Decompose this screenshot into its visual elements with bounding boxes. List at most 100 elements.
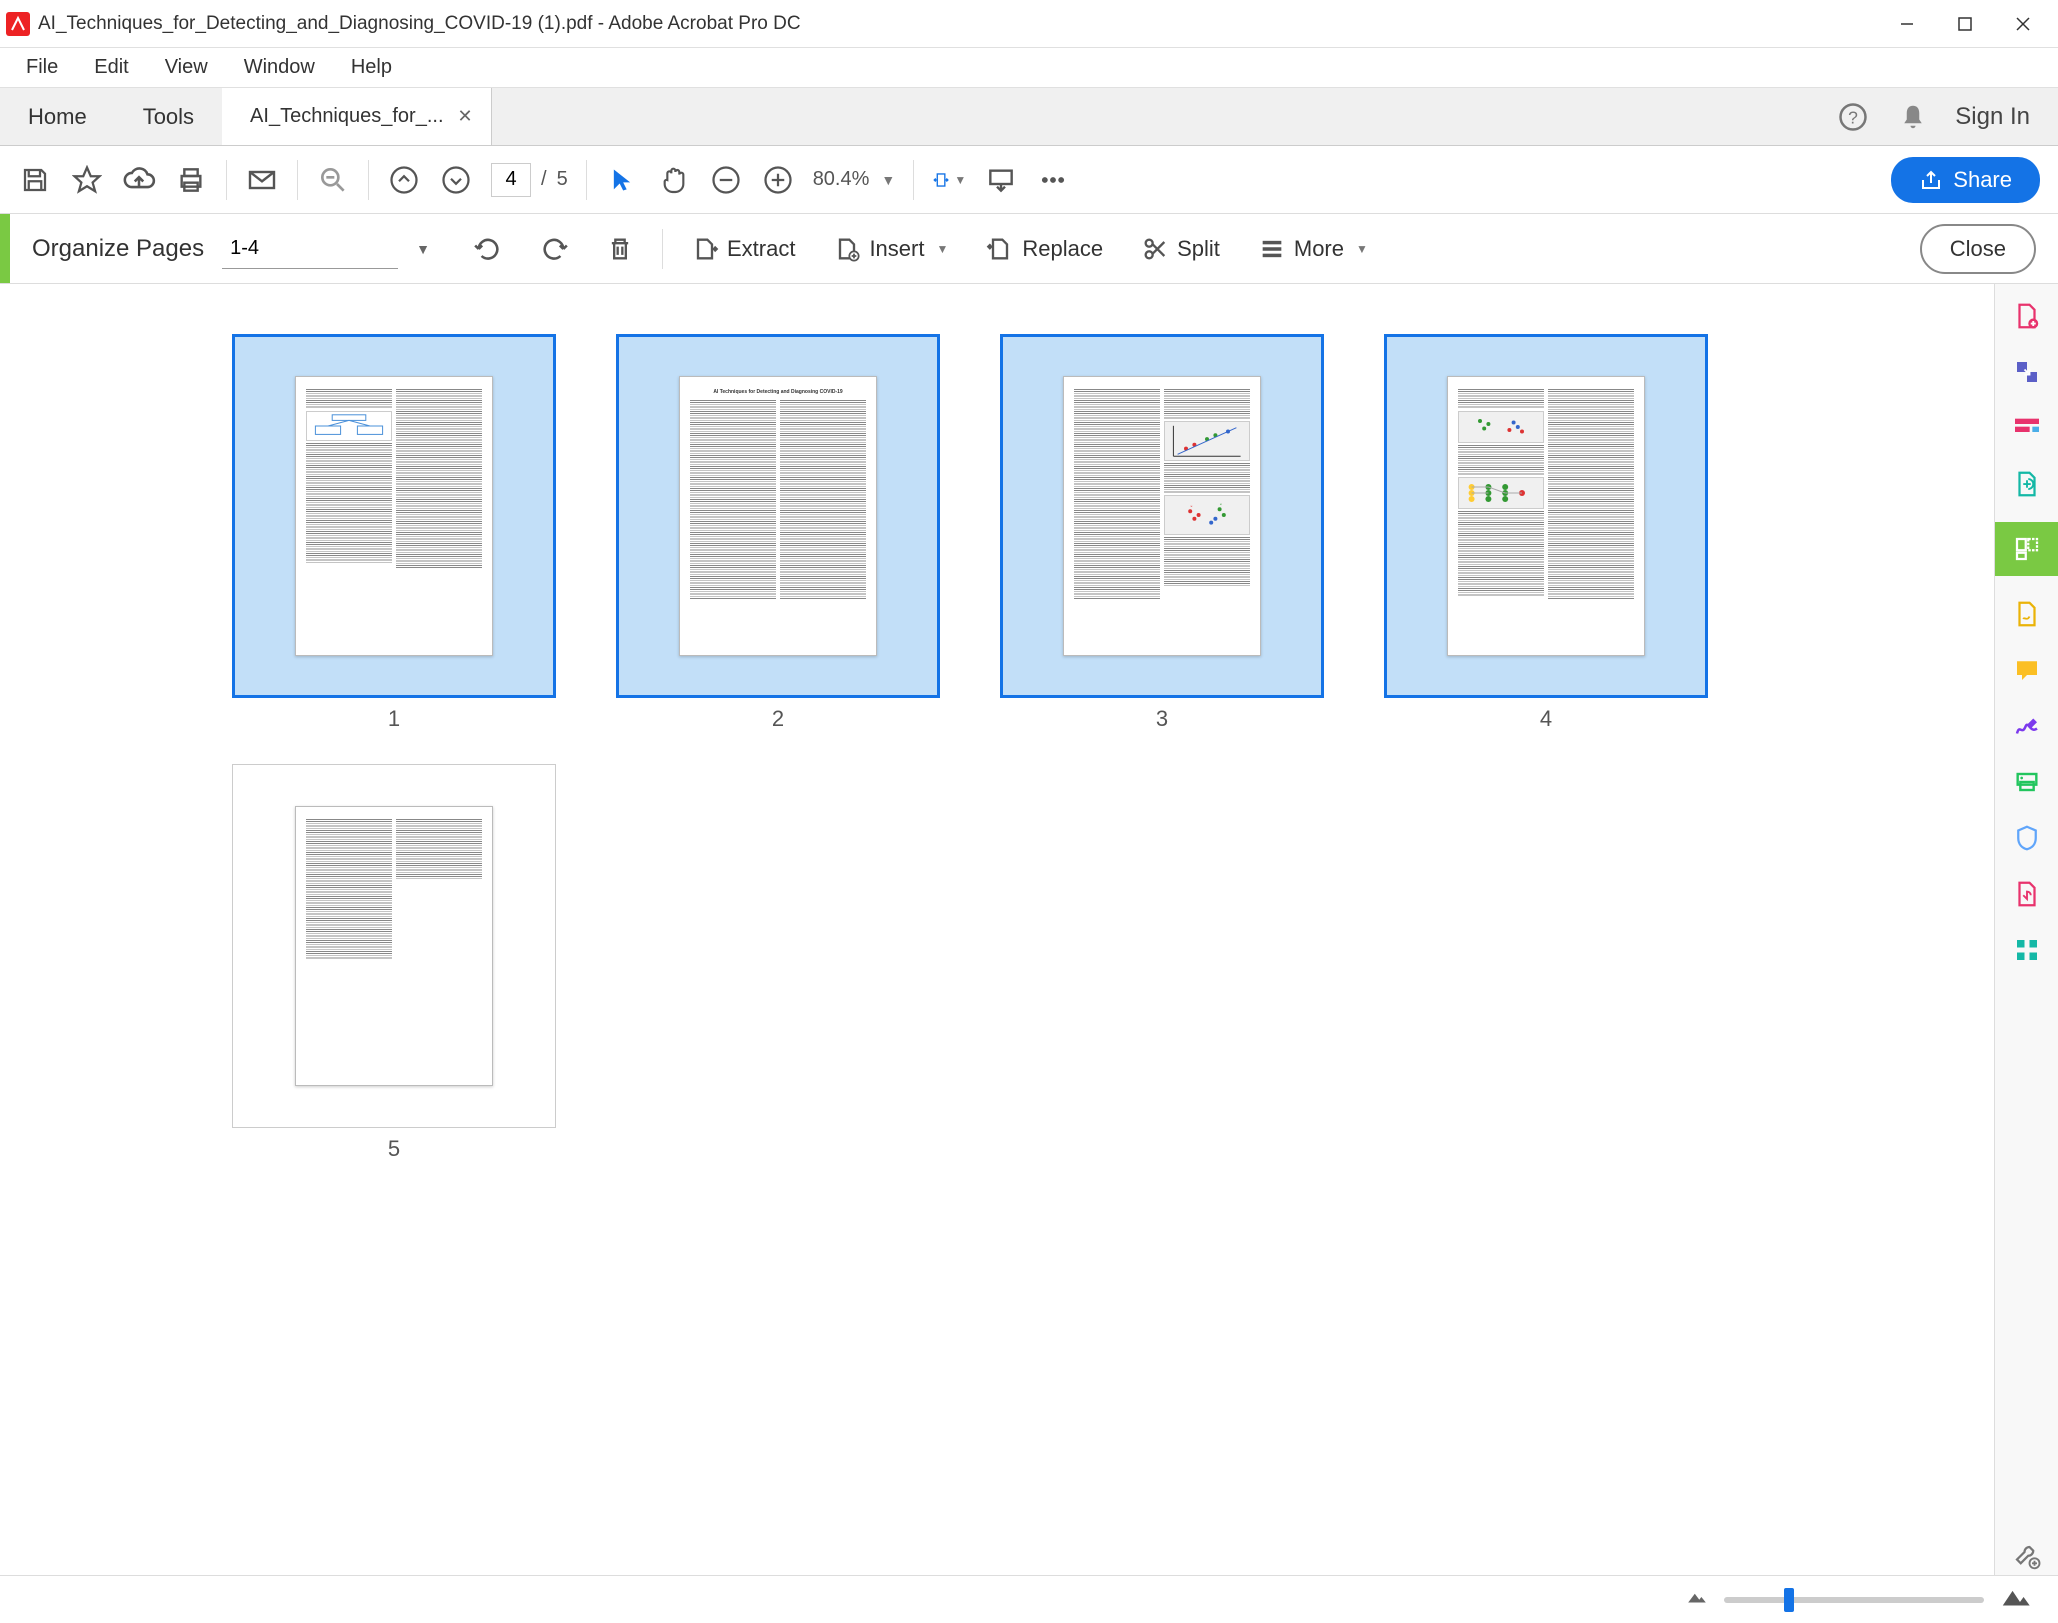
share-label: Share <box>1953 167 2012 193</box>
extract-button[interactable]: Extract <box>681 227 805 271</box>
help-icon[interactable]: ? <box>1835 99 1871 135</box>
menu-view[interactable]: View <box>147 48 226 87</box>
small-thumb-icon[interactable] <box>1686 1589 1708 1610</box>
menu-edit[interactable]: Edit <box>76 48 146 87</box>
find-icon[interactable] <box>316 163 350 197</box>
zoom-level: 80.4% <box>813 168 870 191</box>
replace-label: Replace <box>1022 236 1103 262</box>
tab-tools[interactable]: Tools <box>115 88 222 145</box>
export-pdf-icon[interactable] <box>2009 354 2045 390</box>
extract-label: Extract <box>727 236 795 262</box>
page-number-label: 3 <box>1156 706 1168 732</box>
page-down-icon[interactable] <box>439 163 473 197</box>
active-tool-strip <box>0 214 10 283</box>
signature-icon[interactable] <box>2009 708 2045 744</box>
save-icon[interactable] <box>18 163 52 197</box>
share-button[interactable]: Share <box>1891 157 2040 203</box>
more-panels-icon[interactable] <box>2009 932 2045 968</box>
page-thumbnail[interactable]: 1 <box>232 334 556 732</box>
organize-toolbar: Organize Pages ▼ Extract Insert ▼ Replac… <box>0 214 2058 284</box>
thumbnail-zoom-slider[interactable] <box>1724 1597 1984 1603</box>
customize-tools-icon[interactable] <box>2009 1539 2045 1575</box>
page-number-label: 1 <box>388 706 400 732</box>
minimize-button[interactable] <box>1878 2 1936 46</box>
page-total: 5 <box>557 168 568 191</box>
sign-in-button[interactable]: Sign In <box>1955 103 2030 131</box>
thumbnail-zoom-bar <box>0 1575 2058 1623</box>
page-preview: ×× <box>1063 376 1261 656</box>
close-tab-icon[interactable]: ✕ <box>458 106 473 127</box>
insert-label: Insert <box>869 236 924 262</box>
scan-ocr-icon[interactable] <box>2009 764 2045 800</box>
replace-button[interactable]: Replace <box>976 227 1113 271</box>
tools-sidebar <box>1994 284 2058 1575</box>
title-bar: AI_Techniques_for_Detecting_and_Diagnosi… <box>0 0 2058 48</box>
page-preview <box>295 806 493 1086</box>
print-icon[interactable] <box>174 163 208 197</box>
page-preview: AI Techniques for Detecting and Diagnosi… <box>679 376 877 656</box>
page-thumbnail[interactable]: 5 <box>232 764 556 1162</box>
close-organize-button[interactable]: Close <box>1920 224 2036 274</box>
zoom-dropdown-icon[interactable]: ▼ <box>881 172 895 188</box>
menu-bar: File Edit View Window Help <box>0 48 2058 88</box>
page-range-input[interactable] <box>222 229 398 269</box>
page-up-icon[interactable] <box>387 163 421 197</box>
combine-files-icon[interactable] <box>2009 466 2045 502</box>
page-thumbnail[interactable]: 4 <box>1384 334 1708 732</box>
page-number-label: 5 <box>388 1136 400 1162</box>
star-icon[interactable] <box>70 163 104 197</box>
page-number-label: 4 <box>1540 706 1552 732</box>
close-window-button[interactable] <box>1994 2 2052 46</box>
email-icon[interactable] <box>245 163 279 197</box>
split-label: Split <box>1177 236 1220 262</box>
page-preview <box>1447 376 1645 656</box>
page-thumbnails-area: 1 AI Techniques for Detecting and Diagno… <box>0 284 1994 1575</box>
more-label: More <box>1294 236 1344 262</box>
edit-pdf-icon[interactable] <box>2009 410 2045 446</box>
zoom-in-icon[interactable] <box>761 163 795 197</box>
page-thumbnail[interactable]: AI Techniques for Detecting and Diagnosi… <box>616 334 940 732</box>
page-preview <box>295 376 493 656</box>
menu-help[interactable]: Help <box>333 48 410 87</box>
compare-files-icon[interactable] <box>2009 876 2045 912</box>
fill-sign-icon[interactable] <box>2009 596 2045 632</box>
page-thumbnail[interactable]: ×× 3 <box>1000 334 1324 732</box>
tab-document-label: AI_Techniques_for_... <box>250 105 443 128</box>
main-toolbar: / 5 80.4% ▼ ▼ Share <box>0 146 2058 214</box>
select-tool-icon[interactable] <box>605 163 639 197</box>
hand-tool-icon[interactable] <box>657 163 691 197</box>
more-button[interactable]: More ▼ <box>1248 227 1378 271</box>
window-title: AI_Techniques_for_Detecting_and_Diagnosi… <box>38 13 1878 35</box>
tab-document[interactable]: AI_Techniques_for_... ✕ <box>222 88 492 145</box>
svg-text:×: × <box>1220 502 1223 507</box>
page-number-input[interactable] <box>491 163 531 197</box>
menu-window[interactable]: Window <box>226 48 333 87</box>
read-mode-icon[interactable] <box>984 163 1018 197</box>
large-thumb-icon[interactable] <box>2000 1586 2030 1613</box>
insert-button[interactable]: Insert ▼ <box>823 227 958 271</box>
comment-icon[interactable] <box>2009 652 2045 688</box>
create-pdf-icon[interactable] <box>2009 298 2045 334</box>
organize-pages-label: Organize Pages <box>32 235 204 263</box>
page-separator: / <box>541 168 547 191</box>
range-dropdown-icon[interactable]: ▼ <box>416 241 430 257</box>
split-button[interactable]: Split <box>1131 227 1230 271</box>
maximize-button[interactable] <box>1936 2 1994 46</box>
delete-button[interactable] <box>596 227 644 271</box>
zoom-out-icon[interactable] <box>709 163 743 197</box>
svg-text:×: × <box>1190 503 1193 508</box>
cloud-upload-icon[interactable] <box>122 163 156 197</box>
svg-text:?: ? <box>1848 107 1858 127</box>
notification-bell-icon[interactable] <box>1895 99 1931 135</box>
rotate-ccw-button[interactable] <box>464 227 512 271</box>
menu-file[interactable]: File <box>8 48 76 87</box>
more-tools-icon[interactable] <box>1036 163 1070 197</box>
fit-width-icon[interactable]: ▼ <box>932 163 966 197</box>
tab-home[interactable]: Home <box>0 88 115 145</box>
tabs-bar: Home Tools AI_Techniques_for_... ✕ ? Sig… <box>0 88 2058 146</box>
slider-handle[interactable] <box>1784 1588 1794 1612</box>
organize-pages-icon[interactable] <box>1995 522 2058 576</box>
protect-icon[interactable] <box>2009 820 2045 856</box>
page-number-label: 2 <box>772 706 784 732</box>
rotate-cw-button[interactable] <box>530 227 578 271</box>
